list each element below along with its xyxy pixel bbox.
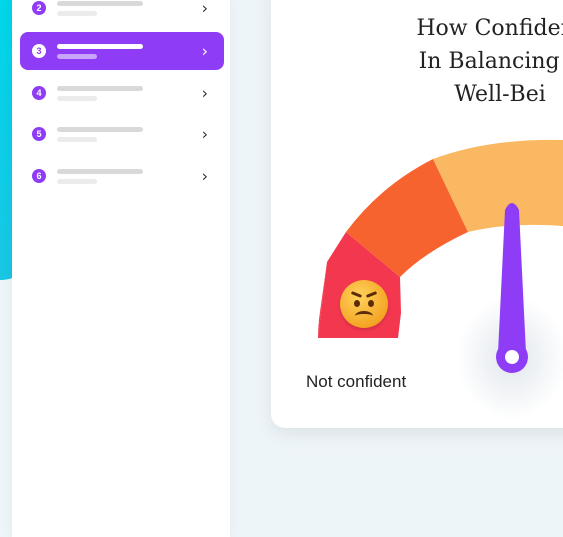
- gauge-low-label: Not confident: [306, 372, 407, 391]
- angry-face-icon: [340, 280, 388, 328]
- gauge-needle-pin: [505, 350, 519, 364]
- confidence-gauge[interactable]: [0, 0, 563, 537]
